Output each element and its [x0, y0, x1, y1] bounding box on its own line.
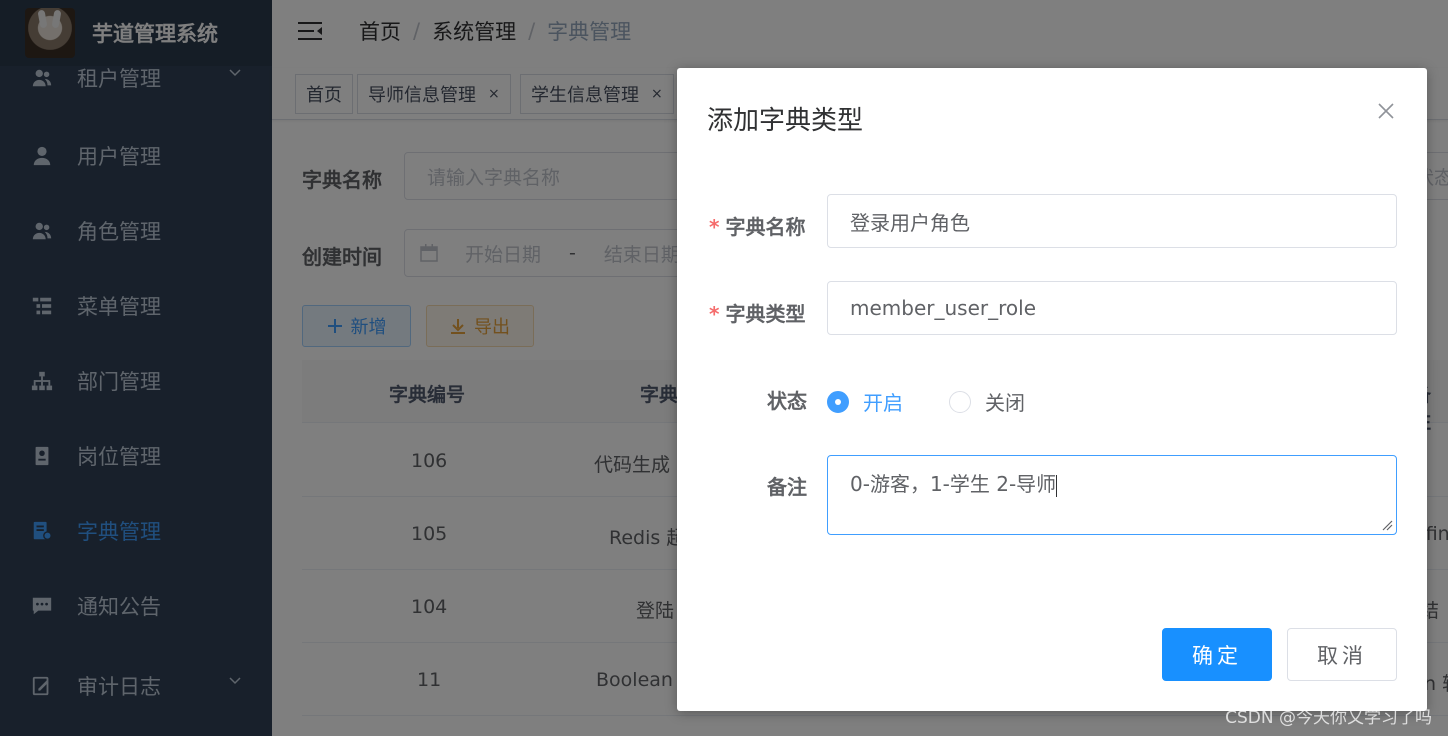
remark-form-label: 备注: [767, 475, 807, 499]
cancel-button[interactable]: 取消: [1287, 628, 1397, 681]
dict-type-input[interactable]: member_user_role: [827, 281, 1397, 335]
cancel-button-label: 取消: [1317, 643, 1367, 668]
remark-textarea[interactable]: 0-游客，1-学生 2-导师: [827, 455, 1397, 535]
watermark: CSDN @今天你又学习了吗: [1225, 708, 1432, 728]
radio-dot: [827, 390, 849, 413]
label-text: 字典名称: [725, 215, 806, 239]
label-text: 字典类型: [725, 302, 806, 326]
textarea-value: 0-游客，1-学生 2-导师: [850, 472, 1057, 496]
add-dict-type-dialog: 添加字典类型 * 字典名称 登录用户角色 * 字典类型 member_user_ro…: [677, 68, 1427, 711]
radio-label: 关闭: [985, 391, 1025, 415]
text-cursor: [1056, 474, 1058, 497]
required-mark: *: [709, 302, 720, 326]
status-form-label: 状态: [767, 389, 807, 413]
radio-dot: [949, 390, 971, 413]
resize-handle-icon[interactable]: [1381, 519, 1393, 531]
status-radio-disabled[interactable]: 关闭: [949, 387, 1025, 416]
input-value: member_user_role: [850, 296, 1036, 320]
dict-name-form-label: * 字典名称: [709, 211, 805, 240]
status-radio-enabled[interactable]: 开启: [827, 387, 903, 416]
input-value: 登录用户角色: [850, 210, 970, 235]
required-mark: *: [709, 215, 720, 239]
dict-name-input[interactable]: 登录用户角色: [827, 194, 1397, 248]
radio-label: 开启: [863, 391, 903, 415]
confirm-button[interactable]: 确定: [1162, 628, 1272, 681]
confirm-button-label: 确定: [1192, 643, 1242, 668]
dialog-title: 添加字典类型: [707, 106, 864, 136]
close-icon[interactable]: [1377, 102, 1395, 120]
dict-type-form-label: * 字典类型: [709, 298, 805, 327]
